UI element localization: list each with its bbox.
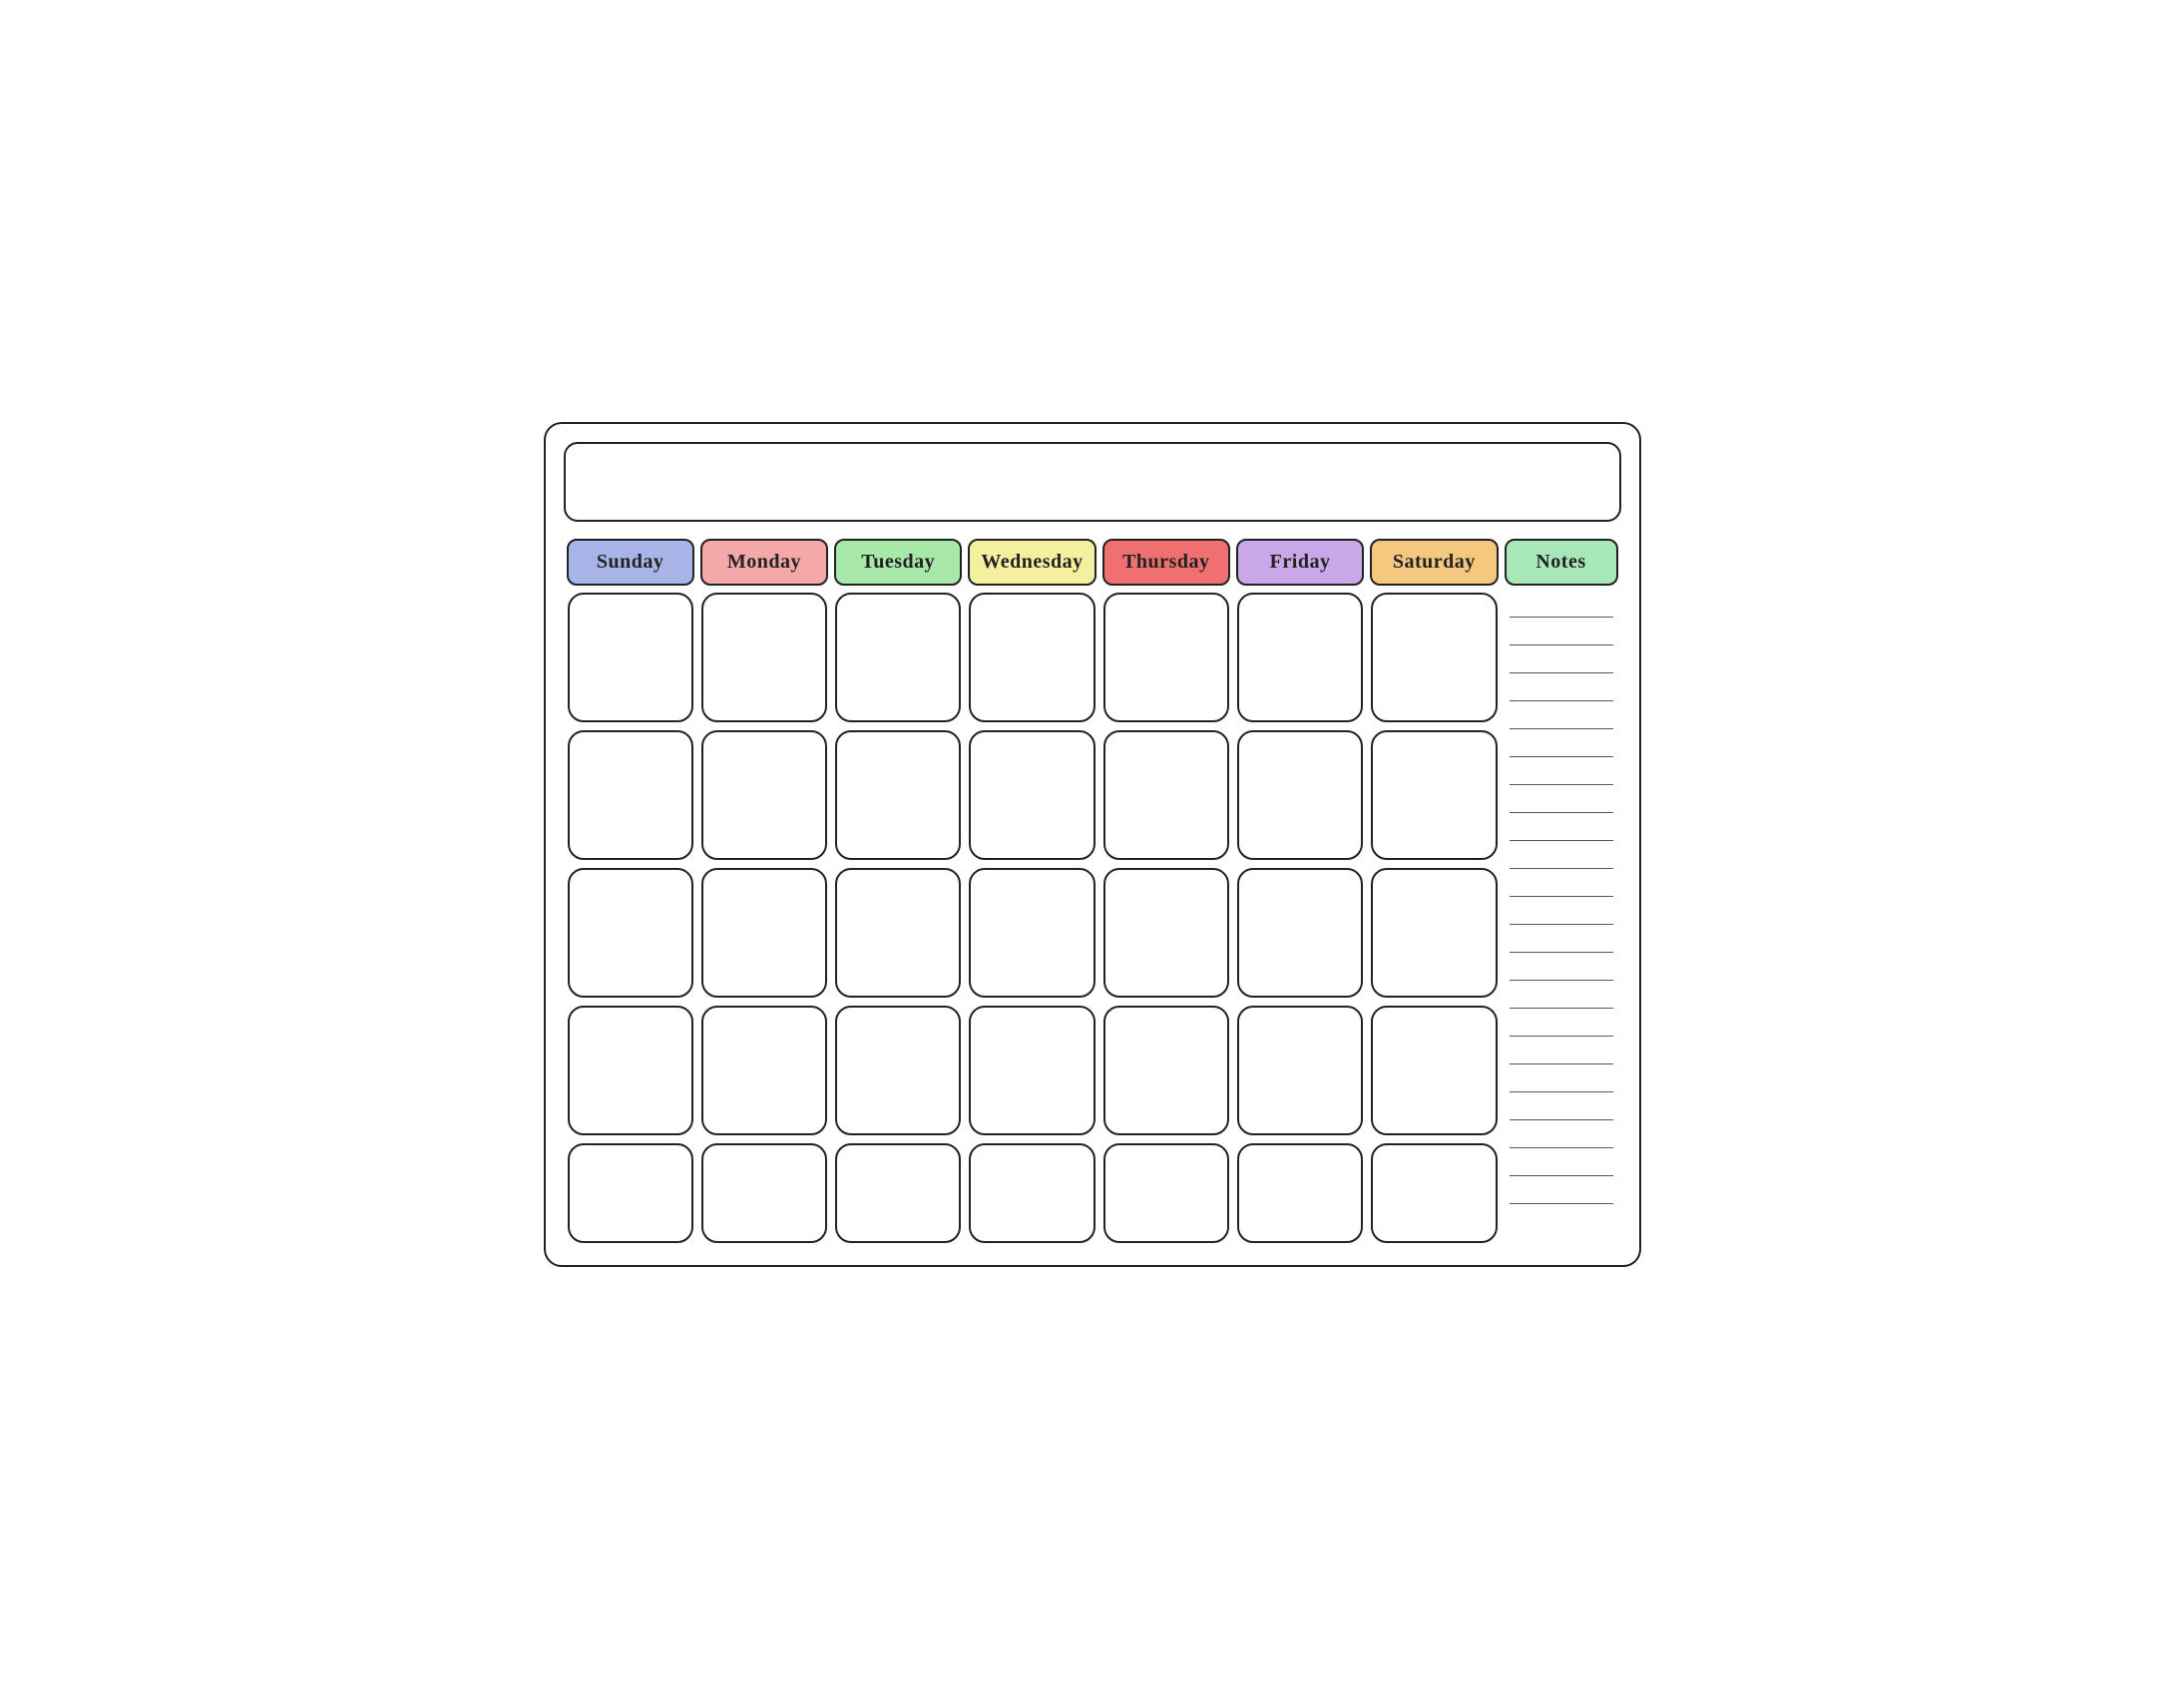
cell-row2-mon[interactable] bbox=[701, 730, 827, 860]
cell-row2-tue[interactable] bbox=[835, 730, 961, 860]
cell-row5-wed[interactable] bbox=[969, 1143, 1094, 1243]
cell-row2-thu[interactable] bbox=[1103, 730, 1229, 860]
cell-row4-thu[interactable] bbox=[1103, 1006, 1229, 1135]
notes-lines-column[interactable] bbox=[1502, 589, 1621, 1247]
note-line[interactable] bbox=[1510, 683, 1613, 701]
cell-row3-fri[interactable] bbox=[1237, 868, 1363, 998]
cell-row5-sat[interactable] bbox=[1371, 1143, 1497, 1243]
note-line[interactable] bbox=[1510, 628, 1613, 645]
note-line[interactable] bbox=[1510, 600, 1613, 618]
note-line[interactable] bbox=[1510, 1102, 1613, 1120]
cell-row3-mon[interactable] bbox=[701, 868, 827, 998]
note-line[interactable] bbox=[1510, 963, 1613, 981]
calendar-container: Sunday Monday Tuesday Wednesday Thursday… bbox=[544, 422, 1641, 1267]
cell-row4-fri[interactable] bbox=[1237, 1006, 1363, 1135]
note-line[interactable] bbox=[1510, 935, 1613, 953]
cell-row1-sun[interactable] bbox=[568, 593, 693, 722]
cell-row1-fri[interactable] bbox=[1237, 593, 1363, 722]
header-saturday: Saturday bbox=[1370, 539, 1498, 586]
note-line[interactable] bbox=[1510, 655, 1613, 673]
note-line[interactable] bbox=[1510, 795, 1613, 813]
header-monday: Monday bbox=[700, 539, 828, 586]
note-line[interactable] bbox=[1510, 1130, 1613, 1148]
header-friday: Friday bbox=[1236, 539, 1364, 586]
cell-row1-sat[interactable] bbox=[1371, 593, 1497, 722]
cell-row3-wed[interactable] bbox=[969, 868, 1094, 998]
cell-row5-thu[interactable] bbox=[1103, 1143, 1229, 1243]
note-line[interactable] bbox=[1510, 1074, 1613, 1092]
cell-row1-tue[interactable] bbox=[835, 593, 961, 722]
note-line[interactable] bbox=[1510, 711, 1613, 729]
header-sunday: Sunday bbox=[567, 539, 694, 586]
note-line[interactable] bbox=[1510, 907, 1613, 925]
note-line[interactable] bbox=[1510, 991, 1613, 1009]
header-thursday: Thursday bbox=[1102, 539, 1230, 586]
note-line[interactable] bbox=[1510, 1047, 1613, 1064]
cell-row4-wed[interactable] bbox=[969, 1006, 1094, 1135]
cell-row4-sat[interactable] bbox=[1371, 1006, 1497, 1135]
header-wednesday: Wednesday bbox=[968, 539, 1095, 586]
cell-row3-sat[interactable] bbox=[1371, 868, 1497, 998]
cell-row2-wed[interactable] bbox=[969, 730, 1094, 860]
note-line[interactable] bbox=[1510, 1186, 1613, 1204]
cell-row5-sun[interactable] bbox=[568, 1143, 693, 1243]
cell-row4-sun[interactable] bbox=[568, 1006, 693, 1135]
cell-row5-tue[interactable] bbox=[835, 1143, 961, 1243]
cell-row3-tue[interactable] bbox=[835, 868, 961, 998]
cell-row1-wed[interactable] bbox=[969, 593, 1094, 722]
cell-row1-thu[interactable] bbox=[1103, 593, 1229, 722]
cell-row5-fri[interactable] bbox=[1237, 1143, 1363, 1243]
title-bar[interactable] bbox=[564, 442, 1621, 522]
cell-row2-sun[interactable] bbox=[568, 730, 693, 860]
cell-row2-sat[interactable] bbox=[1371, 730, 1497, 860]
cell-row4-mon[interactable] bbox=[701, 1006, 827, 1135]
cell-row3-thu[interactable] bbox=[1103, 868, 1229, 998]
note-line[interactable] bbox=[1510, 851, 1613, 869]
note-line[interactable] bbox=[1510, 823, 1613, 841]
note-line[interactable] bbox=[1510, 767, 1613, 785]
cell-row2-fri[interactable] bbox=[1237, 730, 1363, 860]
header-notes: Notes bbox=[1505, 539, 1618, 586]
note-line[interactable] bbox=[1510, 739, 1613, 757]
note-line[interactable] bbox=[1510, 1019, 1613, 1037]
calendar-grid: Sunday Monday Tuesday Wednesday Thursday… bbox=[564, 536, 1621, 1247]
cell-row5-mon[interactable] bbox=[701, 1143, 827, 1243]
cell-row1-mon[interactable] bbox=[701, 593, 827, 722]
cell-row3-sun[interactable] bbox=[568, 868, 693, 998]
header-tuesday: Tuesday bbox=[834, 539, 962, 586]
note-line[interactable] bbox=[1510, 1158, 1613, 1176]
cell-row4-tue[interactable] bbox=[835, 1006, 961, 1135]
note-line[interactable] bbox=[1510, 879, 1613, 897]
